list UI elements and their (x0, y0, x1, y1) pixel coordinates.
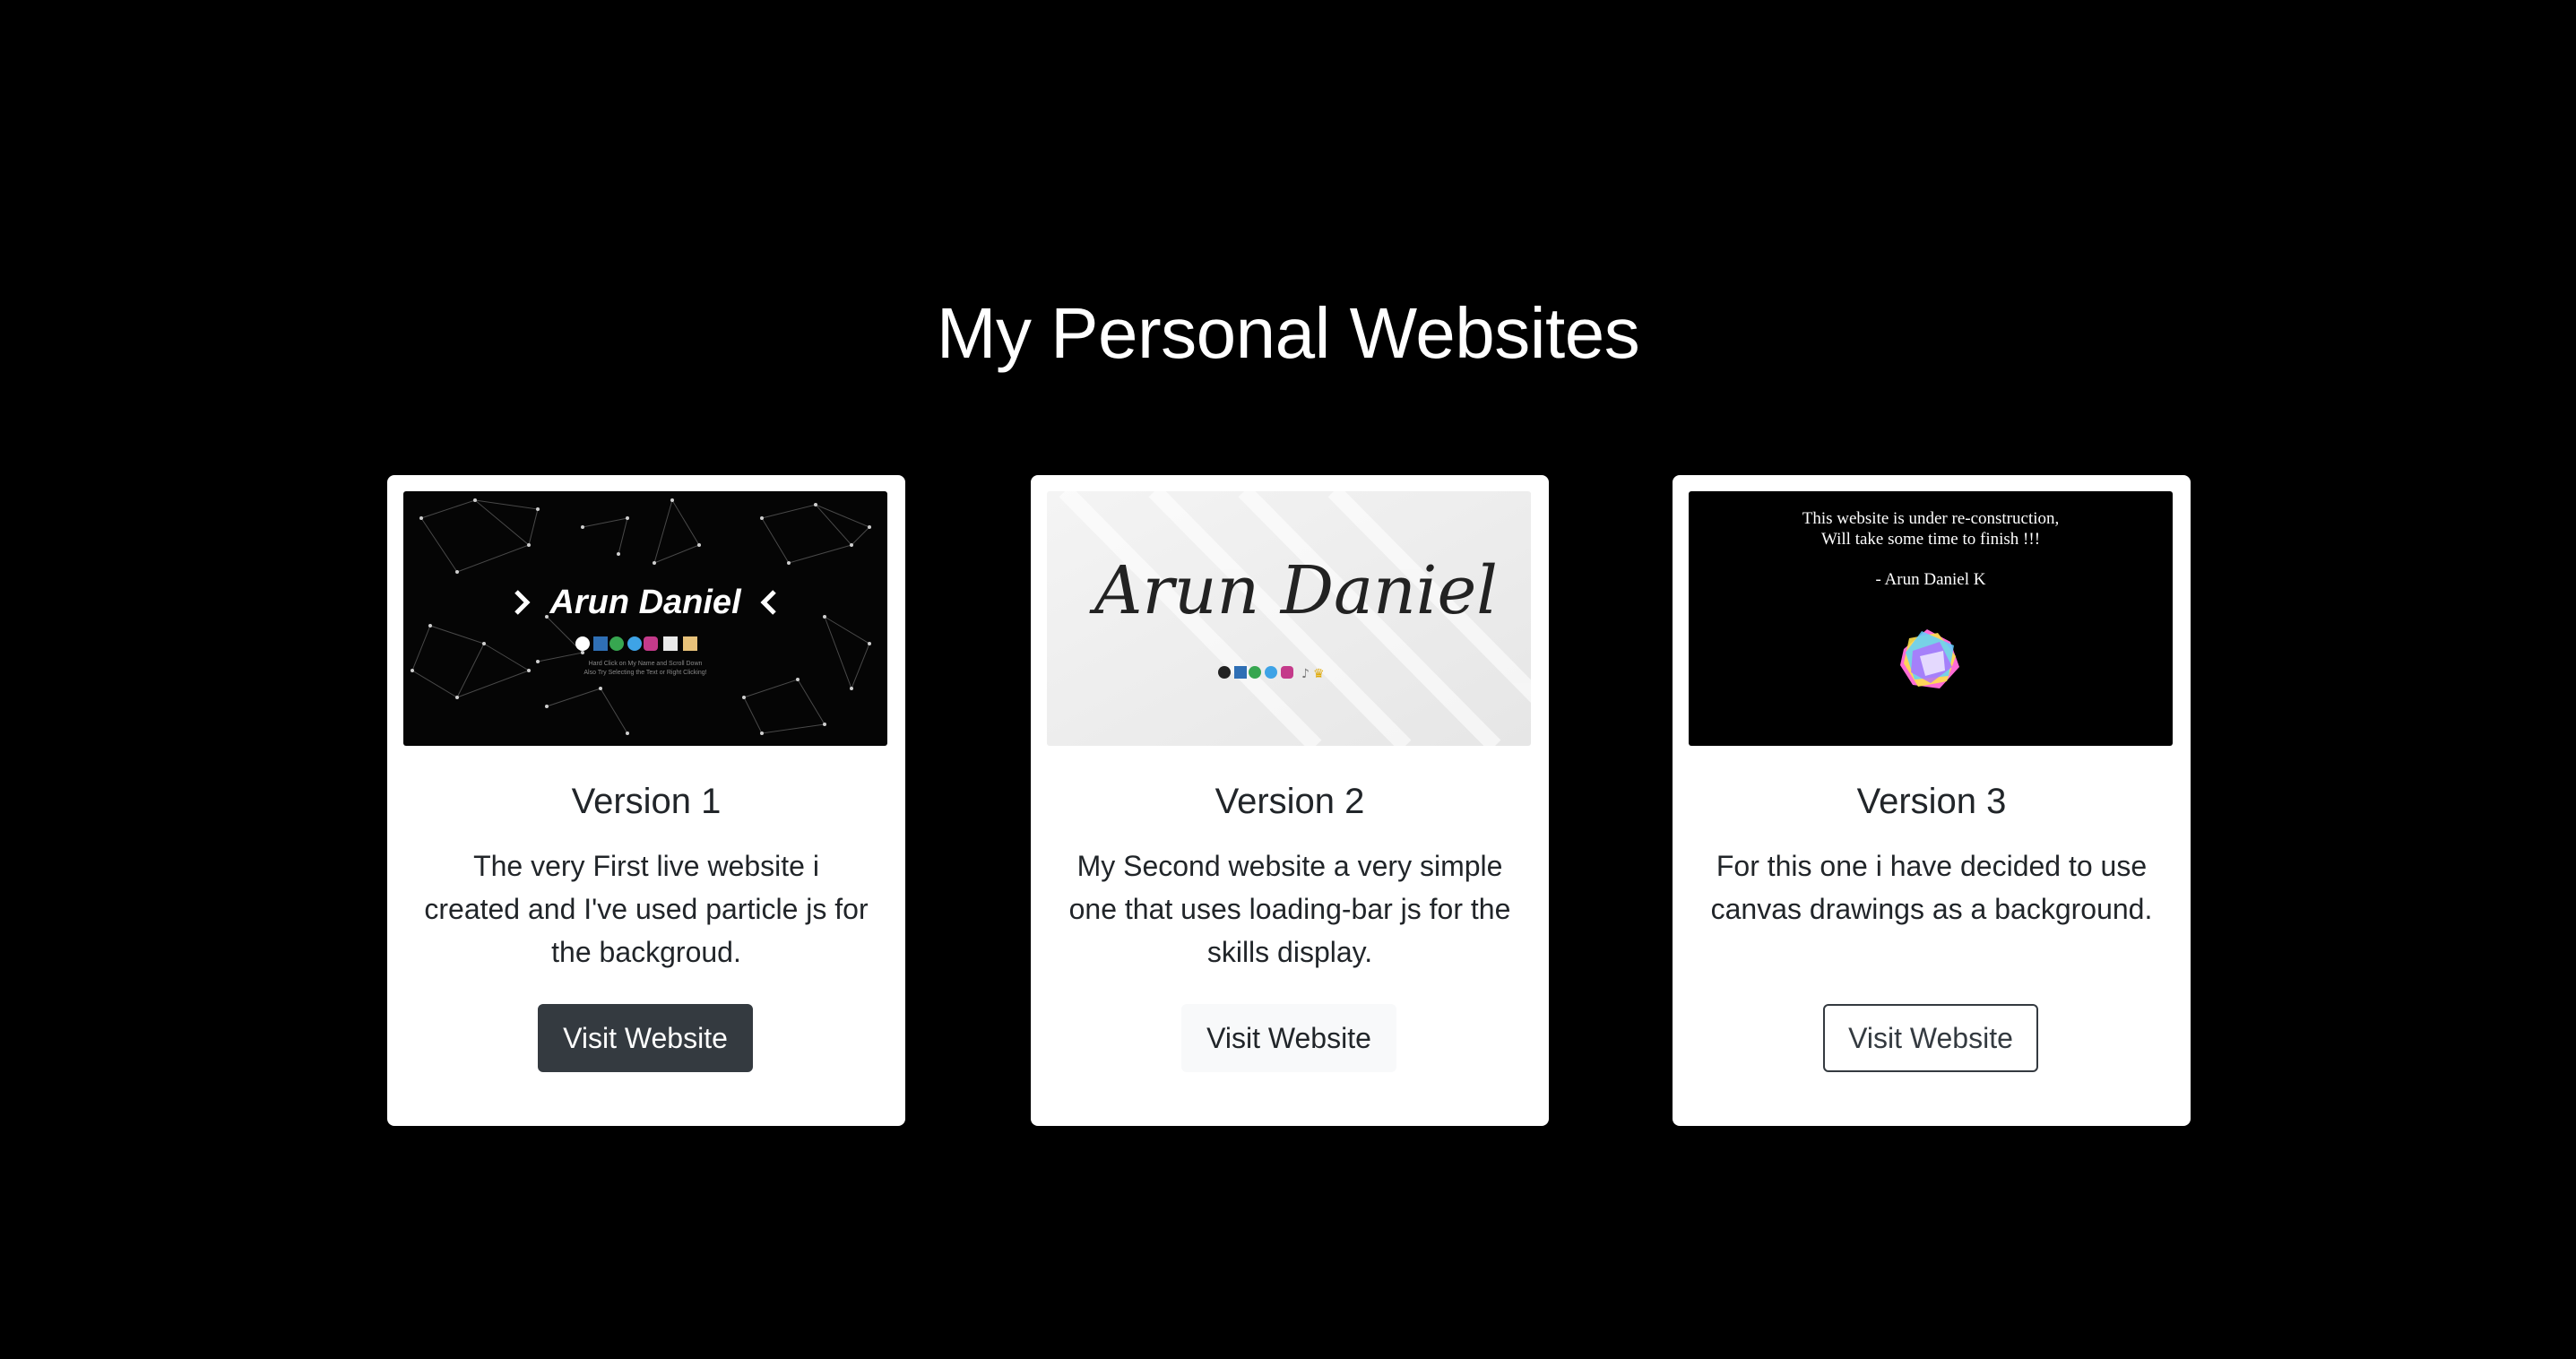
github-icon (575, 636, 590, 651)
card-description: The very First live website i created an… (424, 850, 869, 968)
website-thumbnail-version-3: This website is under re-construction, W… (1689, 491, 2173, 746)
website-card-version-3: This website is under re-construction, W… (1673, 475, 2191, 1126)
instagram-icon (1281, 666, 1293, 679)
upwork-icon (1249, 666, 1261, 679)
visit-website-button-version-1[interactable]: Visit Website (538, 1004, 753, 1072)
card-title: Version 2 (1215, 782, 1365, 821)
website-card-version-1: Arun Daniel Hard Click on My Name and Sc… (387, 475, 905, 1126)
thumbnail-name: Arun Daniel (549, 584, 742, 621)
page-title: My Personal Websites (936, 293, 1640, 373)
visit-website-button-version-2[interactable]: Visit Website (1181, 1004, 1396, 1072)
card-description: My Second website a very simple one that… (1068, 850, 1511, 968)
github-icon (1218, 666, 1231, 679)
thumbnail-line-1: This website is under re-construction, (1802, 509, 2060, 528)
website-thumbnail-version-2: Arun Daniel ♪ ♛ (1047, 491, 1531, 746)
website-thumbnail-version-1: Arun Daniel Hard Click on My Name and Sc… (403, 491, 887, 746)
bag-icon (683, 636, 697, 651)
crown-icon: ♛ (1313, 667, 1325, 681)
music-icon: ♪ (1301, 667, 1310, 681)
twitter-icon (1265, 666, 1277, 679)
thumbnail-line-2: Will take some time to finish !!! (1821, 530, 2040, 549)
thumbnail-caption-2: Also Try Selecting the Text or Right Cli… (583, 670, 706, 676)
instagram-icon (644, 636, 658, 651)
page: My Personal Websites Arun Daniel Hard Cl… (0, 0, 2576, 1359)
card-title: Version 1 (571, 782, 722, 821)
card-description: For this one i have decided to use canva… (1710, 850, 2153, 925)
cards-row: Arun Daniel Hard Click on My Name and Sc… (387, 475, 2191, 1126)
card-title: Version 3 (1856, 782, 2007, 821)
linkedin-icon (1234, 666, 1247, 679)
thumbnail-name: Arun Daniel (1089, 552, 1498, 629)
cv-icon (663, 636, 678, 651)
twitter-icon (627, 636, 642, 651)
website-card-version-2: Arun Daniel ♪ ♛ Version 2 My Second webs… (1031, 475, 1549, 1126)
upwork-icon (609, 636, 624, 651)
linkedin-icon (593, 636, 608, 651)
thumbnail-signature: - Arun Daniel K (1876, 570, 1986, 589)
thumbnail-caption-1: Hard Click on My Name and Scroll Down (589, 661, 703, 667)
visit-website-button-version-3[interactable]: Visit Website (1823, 1004, 2038, 1072)
